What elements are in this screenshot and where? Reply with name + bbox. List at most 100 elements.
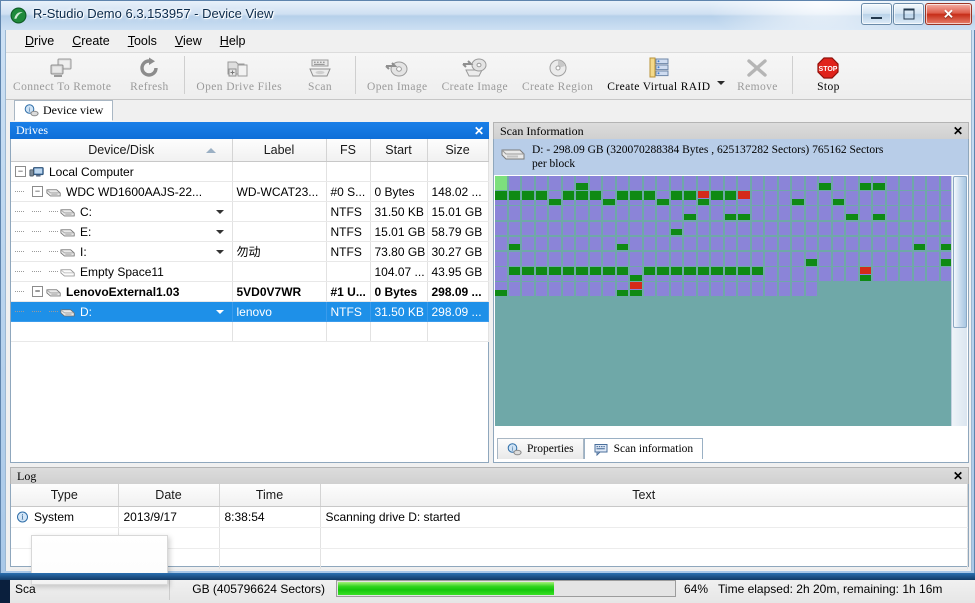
scrollbar-thumb[interactable] [953,176,967,328]
scan-block [590,206,602,220]
toolbar-create-virtual-raid[interactable]: Create Virtual RAID [600,53,717,101]
row-dropdown-arrow[interactable] [216,310,224,314]
toolbar-open-drive-files[interactable]: Open Drive Files [189,53,289,101]
table-row[interactable]: −Local Computer [11,162,488,182]
tree-expander[interactable]: − [15,166,26,177]
minimize-button[interactable] [861,3,892,25]
table-row[interactable]: −WDC WD1600AAJS-22...WD-WCAT23...#0 S...… [11,182,488,202]
column-header-fs[interactable]: FS [326,139,370,162]
scan-block [549,343,561,357]
table-row[interactable]: I:勿动NTFS73.80 GB30.27 GB [11,242,488,262]
scan-block [738,343,750,357]
scan-block [779,298,791,312]
scan-block [509,343,521,357]
table-row[interactable]: C:NTFS31.50 KB15.01 GB [11,202,488,222]
toolbar-open-image[interactable]: Open Image [360,53,435,101]
scan-block [914,419,926,426]
scan-block [630,358,642,372]
table-row[interactable]: iSystem2013/9/178:38:54Scanning drive D:… [11,507,968,528]
scan-block [846,298,858,312]
scan-block [900,328,912,342]
log-close-icon[interactable]: ✕ [953,470,963,482]
table-row[interactable]: E:NTFS15.01 GB58.79 GB [11,222,488,242]
row-dropdown-arrow[interactable] [216,230,224,234]
tree-expander[interactable]: − [32,286,43,297]
scan-block-good [576,191,588,199]
column-header-type[interactable]: Type [11,484,118,507]
log-pane-label: Log [17,469,36,484]
scan-block [833,343,845,357]
scan-block [846,267,858,281]
maximize-button[interactable] [893,3,924,25]
toolbar-connect-to-remote[interactable]: Connect To Remote [6,53,118,101]
scan-map-scrollbar[interactable] [951,176,967,426]
tab-device-view[interactable]: i Device view [14,100,113,121]
partition-icon [60,226,76,238]
scan-block [792,206,804,220]
scan-block [860,237,872,251]
toolbar-remove[interactable]: Remove [726,53,788,101]
column-header-text[interactable]: Text [320,484,968,507]
column-header-time[interactable]: Time [219,484,320,507]
scan-block [900,374,912,388]
toolbar-stop[interactable]: STOP Stop [797,53,859,101]
scan-block [549,313,561,327]
row-dropdown-arrow[interactable] [216,250,224,254]
scan-block [711,222,723,236]
column-header-size[interactable]: Size [427,139,488,162]
column-header-start[interactable]: Start [370,139,427,162]
scan-progress-map[interactable] [495,176,953,426]
row-dropdown-arrow[interactable] [216,210,224,214]
scan-block [630,191,642,205]
create-virtual-raid-dropdown-arrow[interactable] [717,78,726,87]
scan-block [522,298,534,312]
toolbar-create-image[interactable]: Create Image [435,53,515,101]
table-row[interactable]: Empty Space11104.07 ...43.95 GB [11,262,488,282]
scan-block [725,419,737,426]
scan-block [536,358,548,372]
table-row[interactable]: −LenovoExternal1.035VD0V7WR#1 U...0 Byte… [11,282,488,302]
scan-block [509,358,521,372]
scan-block [819,313,831,327]
scan-block [671,252,683,266]
menu-drive[interactable]: DDriverive [16,32,63,50]
scan-block [603,328,615,342]
scan-block [900,176,912,190]
scan-block [806,222,818,236]
scan-block [765,237,777,251]
toolbar-refresh[interactable]: Refresh [118,53,180,101]
tree-expander[interactable]: − [32,186,43,197]
scan-block [873,222,885,236]
scan-close-icon[interactable]: ✕ [953,125,963,137]
menu-view[interactable]: View [166,32,211,50]
tab-scan-information[interactable]: Scan information [584,438,704,459]
menu-tools[interactable]: Tools [119,32,166,50]
tab-properties[interactable]: i Properties [497,438,584,459]
scan-block [725,237,737,251]
table-row[interactable]: D:lenovoNTFS31.50 KB298.09 ... [11,302,488,322]
scan-block [644,191,656,205]
scan-block [576,328,588,342]
cell-size: 148.02 ... [427,182,488,202]
close-button[interactable]: ✕ [925,3,972,25]
column-header-date[interactable]: Date [118,484,219,507]
scan-block [833,358,845,372]
scan-block [887,404,899,418]
toolbar-create-region[interactable]: Create Region [515,53,600,101]
cell-size: 30.27 GB [427,242,488,262]
scan-block [725,191,737,205]
column-header-device-disk[interactable]: Device/Disk [11,139,232,162]
scan-block [860,298,872,312]
drives-close-icon[interactable]: ✕ [474,125,484,137]
toolbar-scan[interactable]: Scan [289,53,351,101]
scan-block [765,252,777,266]
scan-block [833,237,845,251]
menu-create[interactable]: Create [63,32,119,50]
scan-block [630,298,642,312]
scan-block [846,328,858,342]
scan-block [927,389,939,403]
column-header-label[interactable]: Label [232,139,326,162]
scan-block [495,237,507,251]
menu-help[interactable]: Help [211,32,255,50]
cell-size: 43.95 GB [427,262,488,282]
